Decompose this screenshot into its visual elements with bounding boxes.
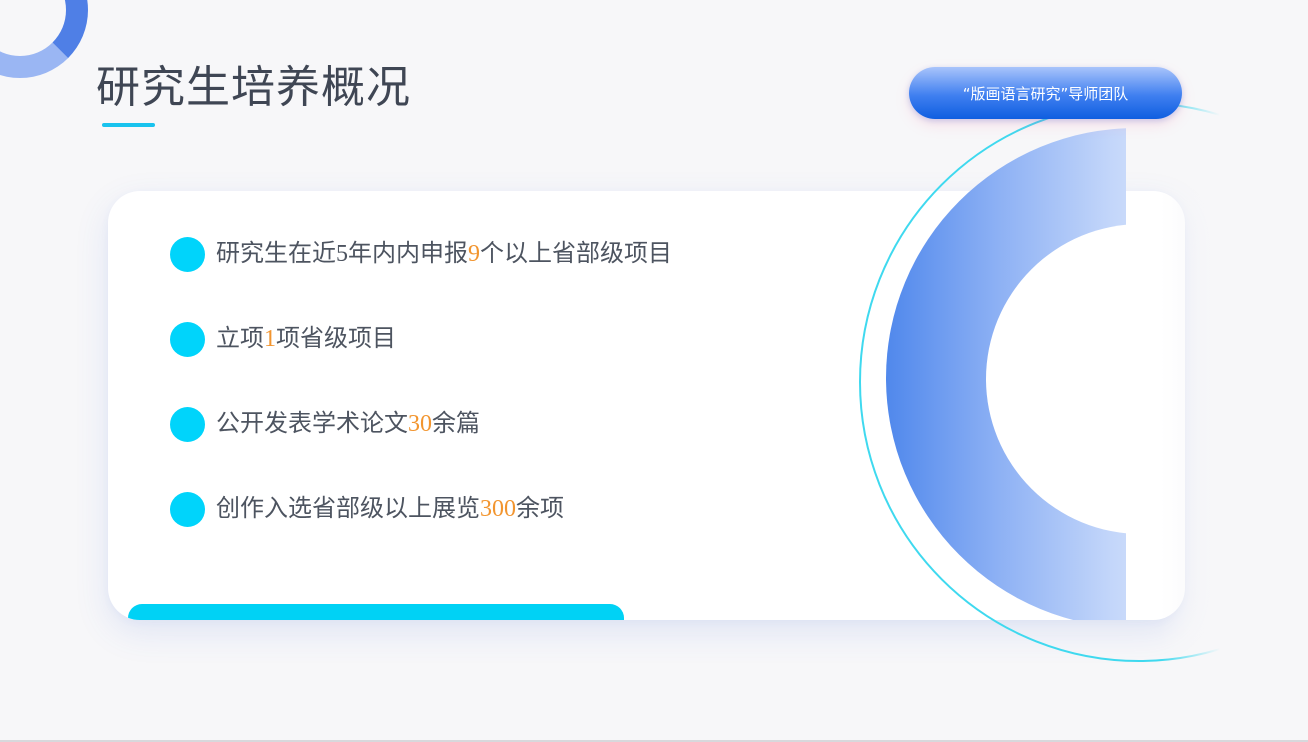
bullet-dot-icon (170, 321, 205, 357)
bullet-dot-icon (170, 406, 205, 442)
bullet-text: 创作入选省部级以上展览300余项 (216, 496, 564, 522)
page-title: 研究生培养概况 (96, 63, 411, 112)
list-item: 公开发表学术论文30余篇 (170, 406, 672, 442)
bullet-text: 研究生在近5年内内申报9个以上省部级项目 (216, 241, 672, 267)
highlight-number: 300 (480, 496, 516, 522)
highlight-number: 9 (468, 241, 480, 267)
team-badge[interactable]: “版画语言研究”导师团队 (909, 67, 1182, 119)
bullet-dot-icon (170, 236, 205, 272)
list-item: 创作入选省部级以上展览300余项 (170, 491, 672, 527)
list-item: 研究生在近5年内内申报9个以上省部级项目 (170, 236, 672, 272)
title-underline (102, 123, 155, 127)
bullet-text: 公开发表学术论文30余篇 (216, 411, 480, 437)
stats-list: 研究生在近5年内内申报9个以上省部级项目 立项1项省级项目 公开发表学术论文30… (170, 236, 672, 576)
list-item: 立项1项省级项目 (170, 321, 672, 357)
card-accent-bar (128, 604, 624, 620)
highlight-number: 1 (264, 326, 276, 352)
bullet-dot-icon (170, 491, 205, 527)
highlight-number: 30 (408, 411, 432, 437)
slide: 研究生培养概况 “版画语言研究”导师团队 研究生在近5年内内申报9个以上省部级项… (0, 0, 1308, 742)
bullet-text: 立项1项省级项目 (216, 326, 396, 352)
corner-ring-decoration (0, 0, 88, 78)
